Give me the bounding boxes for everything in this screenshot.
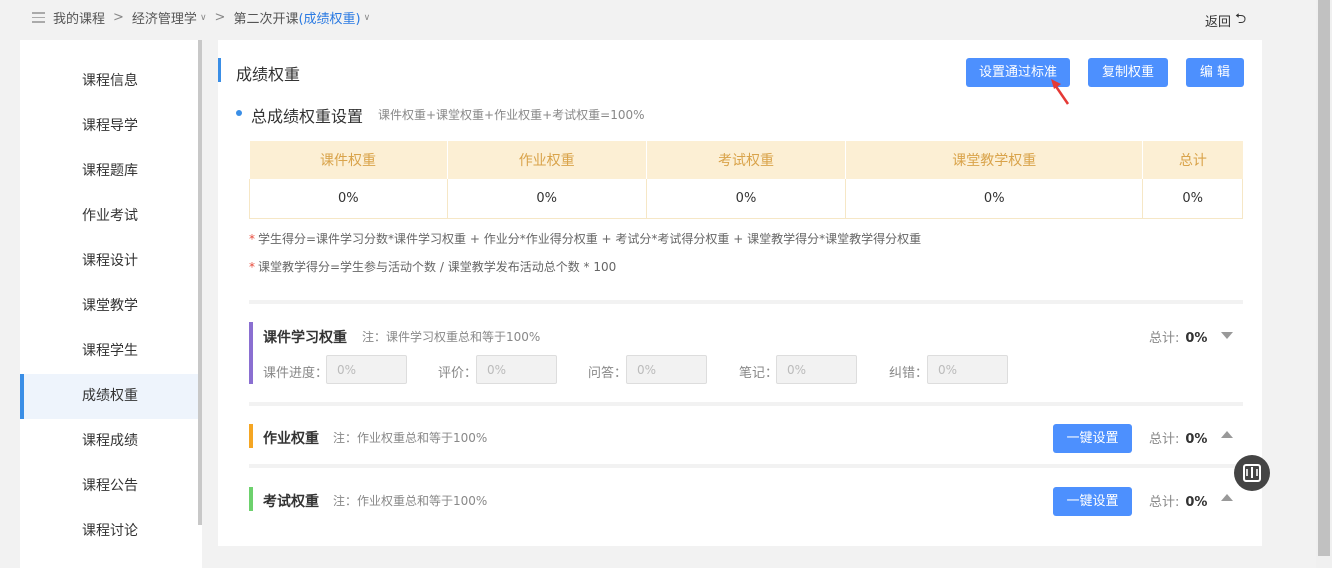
table-header: 总计 — [1142, 141, 1243, 179]
homework-accent-bar — [249, 424, 253, 448]
table-header: 课件权重 — [249, 141, 448, 179]
courseware-accent-bar — [249, 322, 253, 384]
homework-quick-set-button[interactable]: 一键设置 — [1053, 424, 1132, 453]
sidebar-item-homework-exam[interactable]: 作业考试 — [20, 194, 198, 239]
sidebar: 课程信息 课程导学 课程题库 作业考试 课程设计 课堂教学 课程学生 成绩权重 … — [20, 40, 202, 568]
breadcrumb-my-courses[interactable]: 我的课程 — [53, 8, 105, 27]
table-header-row: 课件权重 作业权重 考试权重 课堂教学权重 总计 — [249, 141, 1243, 179]
section-bullet-icon — [236, 110, 242, 116]
table-cell: 0% — [1142, 179, 1243, 219]
classroom-score-formula: * 课堂教学得分=学生参与活动个数 / 课堂教学发布活动总个数 * 100 — [249, 260, 617, 274]
breadcrumb-separator: > — [214, 10, 226, 25]
sidebar-item-course-grades[interactable]: 课程成绩 — [20, 419, 198, 464]
expand-toggle-icon[interactable] — [1221, 431, 1233, 438]
annotation-arrow-icon — [1051, 79, 1070, 105]
back-label: 返回 — [1205, 14, 1232, 30]
breadcrumb-session-highlight[interactable]: (成绩权重) — [298, 8, 360, 27]
sidebar-item-question-bank[interactable]: 课程题库 — [20, 149, 198, 194]
sidebar-item-course-info[interactable]: 课程信息 — [20, 59, 198, 104]
field-label-notes: 笔记： — [739, 366, 779, 381]
exam-weight-note: 注：作业权重总和等于100% — [333, 494, 488, 508]
qa-weight-input[interactable] — [626, 355, 707, 384]
overall-weight-title: 总成绩权重设置 — [251, 107, 364, 126]
required-star: * — [249, 232, 255, 246]
table-cell: 0% — [446, 179, 647, 219]
book-icon[interactable] — [1234, 455, 1270, 491]
table-row: 0% 0% 0% 0% 0% — [249, 179, 1243, 219]
collapse-toggle-icon[interactable] — [1221, 332, 1233, 339]
breadcrumb: 我的课程 > 经济管理学 ∨ > 第二次开课 (成绩权重) ∨ — [32, 8, 370, 27]
breadcrumb-course[interactable]: 经济管理学 — [132, 8, 197, 27]
homework-weight-note: 注：作业权重总和等于100% — [333, 431, 488, 445]
edit-button[interactable]: 编 辑 — [1186, 58, 1244, 87]
table-header: 课堂教学权重 — [845, 141, 1144, 179]
page-scrollbar[interactable] — [1316, 0, 1332, 568]
sidebar-item-discussion[interactable]: 课程讨论 — [20, 509, 198, 554]
progress-weight-input[interactable] — [326, 355, 407, 384]
table-header: 作业权重 — [447, 141, 647, 179]
table-cell: 0% — [249, 179, 448, 219]
back-button[interactable]: 返回 ⮌ — [1205, 8, 1246, 32]
exam-weight-title: 考试权重 — [263, 494, 319, 510]
exam-accent-bar — [249, 487, 253, 511]
overall-weight-note: 课件权重+课堂权重+作业权重+考试权重=100% — [378, 108, 645, 122]
main-panel: 成绩权重 设置通过标准 复制权重 编 辑 总成绩权重设置 课件权重+课堂权重+作… — [218, 40, 1262, 546]
rating-weight-input[interactable] — [476, 355, 557, 384]
top-bar: 我的课程 > 经济管理学 ∨ > 第二次开课 (成绩权重) ∨ 返回 ⮌ — [0, 0, 1316, 36]
sidebar-item-classroom-teaching[interactable]: 课堂教学 — [20, 284, 198, 329]
table-header: 考试权重 — [646, 141, 847, 179]
required-star: * — [249, 260, 255, 274]
notes-weight-input[interactable] — [776, 355, 857, 384]
field-label-corrections: 纠错： — [889, 366, 929, 381]
homework-total: 总计: 0% — [1149, 432, 1208, 447]
breadcrumb-separator: > — [113, 10, 124, 25]
expand-toggle-icon[interactable] — [1221, 494, 1233, 501]
exam-quick-set-button[interactable]: 一键设置 — [1053, 487, 1132, 516]
courseware-total: 总计: 0% — [1149, 331, 1208, 346]
sidebar-item-announcements[interactable]: 课程公告 — [20, 464, 198, 509]
table-cell: 0% — [845, 179, 1144, 219]
courseware-weight-title: 课件学习权重 — [263, 330, 347, 346]
divider — [249, 300, 1243, 304]
table-cell: 0% — [645, 179, 847, 219]
exam-total: 总计: 0% — [1149, 495, 1208, 510]
field-label-progress: 课件进度： — [263, 366, 329, 381]
sidebar-item-course-guide[interactable]: 课程导学 — [20, 104, 198, 149]
scrollbar-thumb[interactable] — [1318, 0, 1330, 556]
breadcrumb-session[interactable]: 第二次开课 — [233, 8, 298, 27]
corrections-weight-input[interactable] — [927, 355, 1008, 384]
copy-weights-button[interactable]: 复制权重 — [1088, 58, 1168, 87]
sidebar-item-grade-weights[interactable]: 成绩权重 — [20, 374, 198, 419]
courseware-weight-note: 注：课件学习权重总和等于100% — [362, 330, 541, 344]
menu-icon[interactable] — [32, 12, 45, 23]
sidebar-scrollbar[interactable] — [198, 40, 202, 525]
page-title: 成绩权重 — [236, 65, 301, 84]
divider — [249, 402, 1243, 406]
chevron-down-icon[interactable]: ∨ — [364, 13, 371, 23]
sidebar-item-course-students[interactable]: 课程学生 — [20, 329, 198, 374]
score-formula: * 学生得分=课件学习分数*课件学习权重 + 作业分*作业得分权重 + 考试分*考… — [249, 232, 922, 246]
field-label-rating: 评价： — [438, 366, 478, 381]
homework-weight-title: 作业权重 — [263, 431, 319, 447]
chevron-down-icon[interactable]: ∨ — [200, 13, 207, 23]
title-accent-bar — [218, 58, 221, 82]
divider — [249, 464, 1243, 468]
sidebar-item-course-design[interactable]: 课程设计 — [20, 239, 198, 284]
weights-table: 课件权重 作业权重 考试权重 课堂教学权重 总计 0% 0% 0% 0% 0% — [249, 141, 1243, 219]
field-label-qa: 问答： — [588, 366, 628, 381]
return-arrow-icon: ⮌ — [1235, 11, 1247, 27]
